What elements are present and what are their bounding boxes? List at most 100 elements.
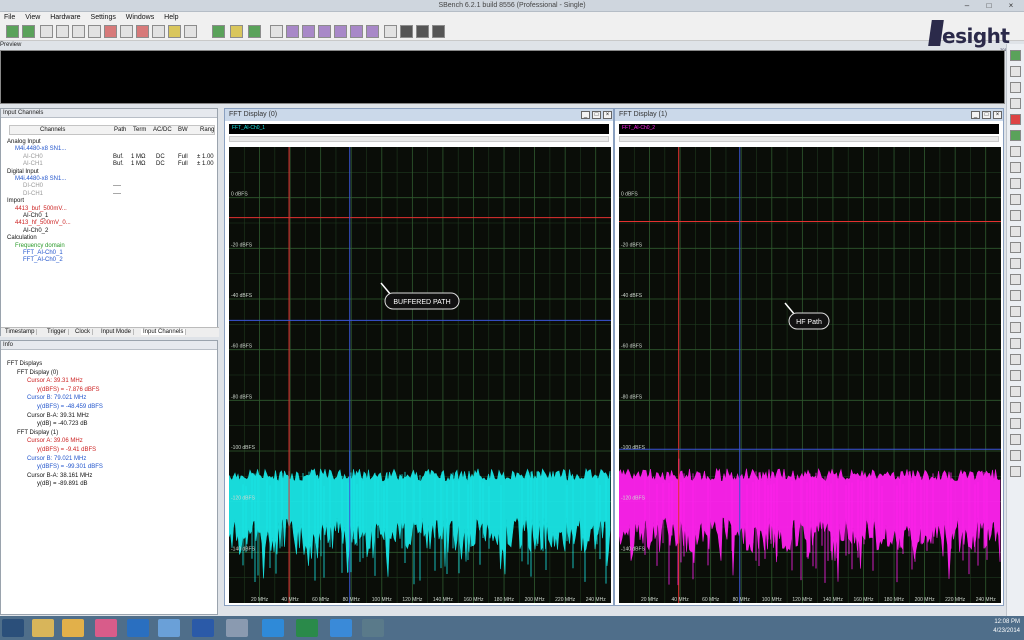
toolbar-button-3[interactable] bbox=[40, 25, 53, 38]
col-channels[interactable]: Channels bbox=[40, 127, 65, 133]
fft0-close-button[interactable]: × bbox=[603, 111, 612, 119]
tool-strip-button-24[interactable] bbox=[1010, 418, 1021, 429]
toolbar-button-18[interactable] bbox=[302, 25, 315, 38]
toolbar-button-23[interactable] bbox=[384, 25, 397, 38]
taskbar-screen-icon[interactable] bbox=[158, 619, 180, 637]
tool-strip-button-17[interactable] bbox=[1010, 306, 1021, 317]
taskbar-ie-icon[interactable] bbox=[330, 619, 352, 637]
toolbar-button-22[interactable] bbox=[366, 25, 379, 38]
tool-strip-button-12[interactable] bbox=[1010, 226, 1021, 237]
toolbar-button-24[interactable] bbox=[400, 25, 413, 38]
fft0-scroll-bar[interactable] bbox=[229, 136, 609, 142]
tool-strip-button-18[interactable] bbox=[1010, 322, 1021, 333]
toolbar-button-9[interactable] bbox=[136, 25, 149, 38]
tool-strip-button-20[interactable] bbox=[1010, 354, 1021, 365]
toolbar-button-8[interactable] bbox=[120, 25, 133, 38]
tab-input-mode[interactable]: Input Mode bbox=[99, 329, 135, 335]
col-term[interactable]: Term bbox=[133, 127, 146, 133]
toolbar-button-14[interactable] bbox=[230, 25, 243, 38]
channel-tree-item[interactable]: M4i.4480-x8 SN1... bbox=[15, 176, 66, 182]
channel-tree-item[interactable]: Calculation bbox=[7, 235, 37, 241]
preview-pane[interactable] bbox=[0, 50, 1005, 104]
toolbar-button-7[interactable] bbox=[104, 25, 117, 38]
taskbar-photos-icon[interactable] bbox=[95, 619, 117, 637]
menu-settings[interactable]: Settings bbox=[87, 12, 120, 21]
taskbar-clock[interactable]: 12:08 PM 4/23/2014 bbox=[993, 618, 1020, 636]
col-path[interactable]: Path bbox=[114, 127, 126, 133]
channel-tree-item[interactable]: Analog Input bbox=[7, 139, 41, 145]
tool-strip-button-14[interactable] bbox=[1010, 258, 1021, 269]
toolbar-button-19[interactable] bbox=[318, 25, 331, 38]
toolbar-button-5[interactable] bbox=[72, 25, 85, 38]
fft0-minimize-button[interactable]: _ bbox=[581, 111, 590, 119]
taskbar-sbench-icon[interactable] bbox=[226, 619, 248, 637]
tool-strip-button-25[interactable] bbox=[1010, 434, 1021, 445]
taskbar-excel-icon[interactable] bbox=[296, 619, 318, 637]
tool-strip-button-11[interactable] bbox=[1010, 210, 1021, 221]
tool-strip-button-13[interactable] bbox=[1010, 242, 1021, 253]
toolbar-button-12[interactable] bbox=[184, 25, 197, 38]
tool-strip-button-10[interactable] bbox=[1010, 194, 1021, 205]
toolbar-button-11[interactable] bbox=[168, 25, 181, 38]
tool-strip-button-2[interactable] bbox=[1010, 66, 1021, 77]
toolbar-button-1[interactable] bbox=[6, 25, 19, 38]
channel-tree-item[interactable]: 4413_buf_500mV... bbox=[15, 206, 67, 212]
tab-timestamp[interactable]: Timestamp bbox=[3, 329, 38, 335]
tool-strip-button-22[interactable] bbox=[1010, 386, 1021, 397]
taskbar-word-icon[interactable] bbox=[192, 619, 214, 637]
channel-tree-item[interactable]: AI-Ch0_2 bbox=[23, 228, 48, 234]
menu-windows[interactable]: Windows bbox=[122, 12, 158, 21]
fft-plot-0[interactable]: 0 dBFS -20 dBFS -40 dBFS -60 dBFS -80 dBFS -1… bbox=[229, 147, 611, 603]
tool-strip-button-7[interactable] bbox=[1010, 146, 1021, 157]
toolbar-button-20[interactable] bbox=[334, 25, 347, 38]
channel-tree-item[interactable]: DI-CH1 bbox=[23, 191, 43, 197]
col-range[interactable]: Rang bbox=[200, 127, 214, 133]
tab-input-channels[interactable]: Input Channels bbox=[141, 329, 187, 335]
channel-tree-item[interactable]: Import bbox=[7, 198, 24, 204]
fft1-restore-button[interactable]: □ bbox=[982, 111, 991, 119]
tab-trigger[interactable]: Trigger bbox=[45, 329, 69, 335]
tool-strip-button-4[interactable] bbox=[1010, 98, 1021, 109]
channel-tree-item[interactable]: AI-Ch0_1 bbox=[23, 213, 48, 219]
tool-strip-button-16[interactable] bbox=[1010, 290, 1021, 301]
toolbar-button-15[interactable] bbox=[248, 25, 261, 38]
toolbar-button-4[interactable] bbox=[56, 25, 69, 38]
menu-hardware[interactable]: Hardware bbox=[46, 12, 84, 21]
toolbar-button-26[interactable] bbox=[432, 25, 445, 38]
channel-tree-item[interactable]: FFT_AI-Ch0_2 bbox=[23, 257, 63, 263]
col-bw[interactable]: BW bbox=[178, 127, 188, 133]
tool-strip-button-3[interactable] bbox=[1010, 82, 1021, 93]
tool-strip-button-27[interactable] bbox=[1010, 466, 1021, 477]
channel-tree-item[interactable]: AI-CH0 bbox=[23, 154, 43, 160]
toolbar-button-17[interactable] bbox=[286, 25, 299, 38]
toolbar-button-10[interactable] bbox=[152, 25, 165, 38]
toolbar-button-6[interactable] bbox=[88, 25, 101, 38]
channel-tree-item[interactable]: 4413_hf_500mV_0... bbox=[15, 220, 71, 226]
channel-tree-item[interactable]: Digital Input bbox=[7, 169, 39, 175]
tool-strip-button-1[interactable] bbox=[1010, 50, 1021, 61]
menu-view[interactable]: View bbox=[21, 12, 44, 21]
channel-tree-item[interactable]: DI-CH0 bbox=[23, 183, 43, 189]
channel-tree-item[interactable]: FFT_AI-Ch0_1 bbox=[23, 250, 63, 256]
tool-strip-button-21[interactable] bbox=[1010, 370, 1021, 381]
fft1-scroll-bar[interactable] bbox=[619, 136, 999, 142]
tab-clock[interactable]: Clock bbox=[73, 329, 94, 335]
taskbar-explorer-icon[interactable] bbox=[32, 619, 54, 637]
toolbar-button-25[interactable] bbox=[416, 25, 429, 38]
channel-tree-item[interactable]: AI-CH1 bbox=[23, 161, 43, 167]
fft0-restore-button[interactable]: □ bbox=[592, 111, 601, 119]
tool-strip-button-5[interactable] bbox=[1010, 114, 1021, 125]
taskbar-outlook-icon[interactable] bbox=[127, 619, 149, 637]
toolbar-button-21[interactable] bbox=[350, 25, 363, 38]
fft-plot-1[interactable]: 0 dBFS -20 dBFS -40 dBFS -60 dBFS -80 dBFS -1… bbox=[619, 147, 1001, 603]
toolbar-button-16[interactable] bbox=[270, 25, 283, 38]
toolbar-button-2[interactable] bbox=[22, 25, 35, 38]
tool-strip-button-8[interactable] bbox=[1010, 162, 1021, 173]
fft1-close-button[interactable]: × bbox=[993, 111, 1002, 119]
tool-strip-button-6[interactable] bbox=[1010, 130, 1021, 141]
tool-strip-button-19[interactable] bbox=[1010, 338, 1021, 349]
taskbar-browser-icon[interactable] bbox=[262, 619, 284, 637]
menu-help[interactable]: Help bbox=[160, 12, 182, 21]
taskbar-start-icon[interactable] bbox=[2, 619, 24, 637]
tool-strip-button-15[interactable] bbox=[1010, 274, 1021, 285]
